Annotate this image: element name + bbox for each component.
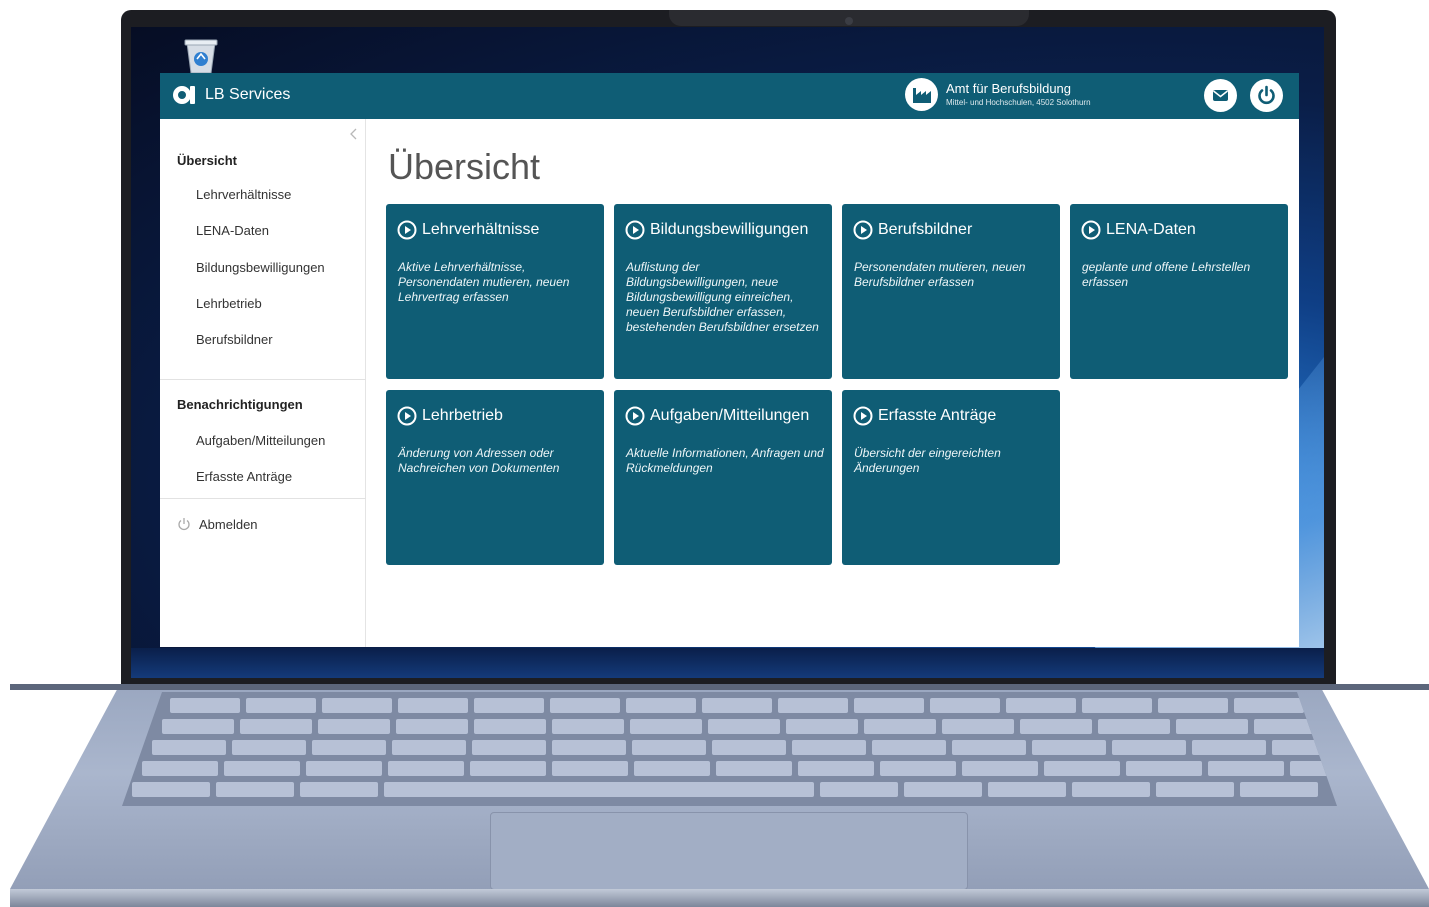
org-name: Amt für Berufsbildung — [946, 81, 1072, 96]
tile-berufsbildner[interactable]: Berufsbildner Personendaten mutieren, ne… — [842, 204, 1060, 379]
tile-title: Lehrverhältnisse — [422, 221, 540, 238]
sidebar-item-erfasste-antraege[interactable]: Erfasste Anträge — [196, 469, 292, 484]
sidebar-divider — [160, 498, 366, 499]
sidebar-item-lena-daten[interactable]: LENA-Daten — [196, 223, 269, 238]
play-circle-icon — [625, 220, 645, 240]
logo-icon[interactable] — [171, 83, 197, 107]
sidebar-section-overview[interactable]: Übersicht — [177, 153, 237, 168]
tile-title: LENA-Daten — [1106, 221, 1196, 238]
laptop-front-edge — [10, 889, 1429, 907]
tile-description: Auflistung der Bildungsbewilligungen, ne… — [626, 260, 819, 334]
sidebar-item-lehrbetrieb[interactable]: Lehrbetrieb — [196, 296, 262, 311]
tile-header: LENA-Daten — [1081, 220, 1196, 240]
mail-icon — [1213, 90, 1228, 101]
tile-description: Aktive Lehrverhältnisse, Personendaten m… — [398, 260, 570, 304]
app-window: LB Services Amt für Berufsbildung Mittel… — [160, 73, 1299, 647]
tile-erfasste-antraege[interactable]: Erfasste Anträge Übersicht der eingereic… — [842, 390, 1060, 565]
page-title: Übersicht — [388, 146, 541, 187]
tile-title: Aufgaben/Mitteilungen — [650, 407, 810, 424]
key-row — [152, 740, 1337, 755]
laptop-mockup: LB Services Amt für Berufsbildung Mittel… — [0, 0, 1429, 907]
sidebar-divider — [160, 379, 366, 380]
camera — [845, 17, 853, 25]
tile-title: Erfasste Anträge — [878, 407, 997, 424]
chevron-left-icon[interactable] — [348, 127, 360, 141]
tile-description: Änderung von Adressen oder Nachreichen v… — [398, 446, 560, 475]
hinge-shadow — [10, 684, 1429, 690]
tile-description: Übersicht der eingereichten Änderungen — [854, 446, 1001, 475]
app-header: LB Services Amt für Berufsbildung Mittel… — [160, 73, 1299, 119]
play-circle-icon — [397, 406, 417, 426]
logout-link[interactable]: Abmelden — [177, 517, 258, 532]
play-circle-icon — [625, 406, 645, 426]
org-subtitle: Mittel- und Hochschulen, 4502 Solothurn — [946, 98, 1091, 107]
power-icon — [178, 518, 190, 531]
tile-header: Erfasste Anträge — [853, 406, 996, 426]
desktop-bottom — [131, 648, 1324, 678]
tile-description: geplante und offene Lehrstellen erfassen — [1082, 260, 1251, 289]
tile-header: Bildungsbewilligungen — [625, 220, 808, 240]
key-row — [162, 719, 1326, 734]
play-circle-icon — [853, 406, 873, 426]
play-circle-icon — [1081, 220, 1101, 240]
sidebar-item-aufgaben[interactable]: Aufgaben/Mitteilungen — [196, 433, 325, 448]
sidebar-section-notifications[interactable]: Benachrichtigungen — [177, 397, 303, 412]
power-button[interactable] — [1250, 79, 1283, 112]
tile-header: Aufgaben/Mitteilungen — [625, 406, 809, 426]
factory-icon — [905, 78, 938, 111]
tile-header: Lehrverhältnisse — [397, 220, 539, 240]
key-row — [170, 698, 1304, 713]
touchpad — [490, 812, 968, 890]
tile-bildungsbewilligungen[interactable]: Bildungsbewilligungen Auflistung der Bil… — [614, 204, 832, 379]
power-icon — [1258, 85, 1275, 105]
tile-aufgaben-mitteilungen[interactable]: Aufgaben/Mitteilungen Aktuelle Informati… — [614, 390, 832, 565]
tile-header: Berufsbildner — [853, 220, 972, 240]
sidebar-item-lehrverhaeltnisse[interactable]: Lehrverhältnisse — [196, 187, 291, 202]
key-row — [132, 782, 1318, 797]
tile-description: Personendaten mutieren, neuen Berufsbild… — [854, 260, 1026, 289]
recycle-bin-icon[interactable] — [179, 37, 223, 75]
tile-lehrverhaeltnisse[interactable]: Lehrverhältnisse Aktive Lehrverhältnisse… — [386, 204, 604, 379]
messages-button[interactable] — [1204, 79, 1237, 112]
app-title: LB Services — [205, 86, 291, 103]
tile-lena-daten[interactable]: LENA-Daten geplante und offene Lehrstell… — [1070, 204, 1288, 379]
keyboard — [122, 692, 1337, 806]
tile-title: Lehrbetrieb — [422, 407, 503, 424]
tile-lehrbetrieb[interactable]: Lehrbetrieb Änderung von Adressen oder N… — [386, 390, 604, 565]
tile-title: Bildungsbewilligungen — [650, 221, 809, 238]
sidebar: Übersicht Lehrverhältnisse LENA-Daten Bi… — [160, 119, 366, 647]
tile-header: Lehrbetrieb — [397, 406, 503, 426]
sidebar-item-bildungsbewilligungen[interactable]: Bildungsbewilligungen — [196, 260, 325, 275]
play-circle-icon — [853, 220, 873, 240]
logout-label: Abmelden — [199, 517, 258, 532]
play-circle-icon — [397, 220, 417, 240]
tile-title: Berufsbildner — [878, 221, 973, 238]
key-row — [142, 761, 1337, 776]
sidebar-item-berufsbildner[interactable]: Berufsbildner — [196, 332, 273, 347]
tile-description: Aktuelle Informationen, Anfragen und Rüc… — [626, 446, 824, 475]
